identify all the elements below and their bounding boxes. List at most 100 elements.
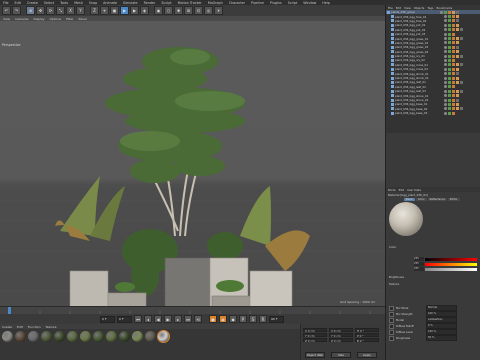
menu-item-animate[interactable]: Animate bbox=[103, 1, 117, 5]
prop-checkbox[interactable] bbox=[389, 317, 394, 323]
object-menu-bookmarks[interactable]: Bookmarks bbox=[437, 6, 453, 10]
viewport-menu-panel[interactable]: Panel bbox=[79, 17, 87, 21]
menu-item-mograph[interactable]: MoGraph bbox=[208, 1, 223, 5]
render-check-icon[interactable] bbox=[448, 28, 451, 32]
prev-key-button[interactable]: ◂ bbox=[144, 315, 152, 323]
material-swatch[interactable] bbox=[132, 331, 143, 342]
visibility-dot-icon[interactable] bbox=[444, 98, 447, 102]
material-swatch[interactable] bbox=[67, 331, 78, 342]
color-b-slider[interactable] bbox=[425, 267, 477, 271]
render-check-icon[interactable] bbox=[448, 50, 451, 54]
viewport-menu-cameras[interactable]: Cameras bbox=[15, 17, 28, 21]
render-check-icon[interactable] bbox=[448, 19, 451, 23]
texture-tag-icon[interactable] bbox=[456, 76, 459, 80]
visibility-dot-icon[interactable] bbox=[444, 89, 447, 93]
play-back-button[interactable]: ◀ bbox=[154, 315, 162, 323]
visibility-dot-icon[interactable] bbox=[444, 63, 447, 67]
viewport-camera-label[interactable]: Perspective bbox=[2, 43, 20, 47]
visibility-dot-icon[interactable] bbox=[444, 41, 447, 45]
menu-item-sculpt[interactable]: Sculpt bbox=[161, 1, 171, 5]
viewport-menu-display[interactable]: Display bbox=[33, 17, 44, 21]
texture-tag-icon[interactable] bbox=[456, 23, 459, 27]
material-tag-icon[interactable] bbox=[452, 19, 455, 23]
prop-checkbox[interactable] bbox=[389, 335, 394, 341]
prop-checkbox[interactable] bbox=[389, 311, 394, 317]
texture-tag-icon[interactable] bbox=[456, 67, 459, 71]
toolbar-button-4[interactable]: ⟳ bbox=[46, 6, 55, 15]
material-menu-texture[interactable]: Texture bbox=[46, 325, 57, 329]
toolbar-button-1[interactable]: ↷ bbox=[12, 6, 21, 15]
material-tag-icon[interactable] bbox=[452, 72, 455, 76]
phong-tag-icon[interactable] bbox=[456, 19, 459, 23]
menu-item-character[interactable]: Character bbox=[229, 1, 245, 5]
phong-tag-icon[interactable] bbox=[460, 107, 463, 111]
attribute-menu-mode[interactable]: Mode bbox=[388, 188, 396, 192]
prop-value[interactable]: 50 % bbox=[426, 335, 457, 341]
material-tag-icon[interactable] bbox=[452, 111, 455, 115]
object-menu-tags[interactable]: Tags bbox=[427, 6, 433, 10]
material-tag-icon[interactable] bbox=[452, 80, 455, 84]
visibility-dot-icon[interactable] bbox=[444, 111, 447, 115]
tab-reflectance[interactable]: Reflectance bbox=[427, 198, 447, 201]
loop-button[interactable]: ⟲ bbox=[194, 315, 202, 323]
viewport-3d[interactable]: Perspective bbox=[0, 21, 385, 306]
material-tag-icon[interactable] bbox=[452, 67, 455, 71]
phong-tag-icon[interactable] bbox=[460, 28, 463, 32]
visibility-dot-icon[interactable] bbox=[444, 32, 447, 36]
phong-tag-icon[interactable] bbox=[456, 45, 459, 49]
material-tag-icon[interactable] bbox=[452, 63, 455, 67]
toolbar-button-17[interactable]: ⊞ bbox=[184, 6, 193, 15]
visibility-dot-icon[interactable] bbox=[444, 28, 447, 32]
color-b-value[interactable]: 255 bbox=[414, 267, 424, 271]
material-swatch[interactable] bbox=[28, 331, 39, 342]
prop-checkbox[interactable] bbox=[389, 305, 394, 311]
menu-item-script[interactable]: Script bbox=[288, 1, 298, 5]
render-check-icon[interactable] bbox=[448, 41, 451, 45]
material-tag-icon[interactable] bbox=[452, 89, 455, 93]
material-swatch[interactable] bbox=[106, 331, 117, 342]
render-check-icon[interactable] bbox=[444, 10, 447, 14]
color-g-value[interactable]: 255 bbox=[414, 262, 424, 266]
visibility-dot-icon[interactable] bbox=[444, 19, 447, 23]
toolbar-button-16[interactable]: ❀ bbox=[174, 6, 183, 15]
toolbar-button-12[interactable]: ▶ bbox=[130, 6, 139, 15]
menu-item-tools[interactable]: Tools bbox=[60, 1, 68, 5]
visibility-dot-icon[interactable] bbox=[444, 37, 447, 41]
end-frame-field[interactable]: 90 F bbox=[269, 315, 284, 323]
material-menu-create[interactable]: Create bbox=[2, 325, 12, 329]
phong-tag-icon[interactable] bbox=[460, 80, 463, 84]
menu-item-motion-tracker[interactable]: Motion Tracker bbox=[178, 1, 202, 5]
toolbar-button-2[interactable]: ⊕ bbox=[26, 6, 35, 15]
toolbar-button-5[interactable]: ⤡ bbox=[56, 6, 65, 15]
render-check-icon[interactable] bbox=[448, 32, 451, 36]
render-check-icon[interactable] bbox=[448, 67, 451, 71]
material-swatch[interactable] bbox=[80, 331, 91, 342]
visibility-dot-icon[interactable] bbox=[444, 102, 447, 106]
visibility-dot-icon[interactable] bbox=[444, 85, 447, 89]
material-swatch[interactable] bbox=[93, 331, 104, 342]
toolbar-button-13[interactable]: ◈ bbox=[140, 6, 149, 15]
menu-item-window[interactable]: Window bbox=[303, 1, 316, 5]
pos-y-field[interactable]: Y 0 cm bbox=[303, 333, 327, 338]
viewport-menu-filter[interactable]: Filter bbox=[66, 17, 73, 21]
toolbar-button-18[interactable]: ⌬ bbox=[194, 6, 203, 15]
phong-tag-icon[interactable] bbox=[456, 10, 459, 14]
menu-item-simulate[interactable]: Simulate bbox=[123, 1, 138, 5]
scale-key-button[interactable]: S bbox=[249, 315, 257, 323]
material-tag-icon[interactable] bbox=[452, 50, 455, 54]
object-menu-edit[interactable]: Edit bbox=[396, 6, 401, 10]
material-tag-icon[interactable] bbox=[452, 41, 455, 45]
toolbar-button-7[interactable]: Y bbox=[76, 6, 85, 15]
visibility-dot-icon[interactable] bbox=[444, 67, 447, 71]
material-tag-icon[interactable] bbox=[452, 23, 455, 27]
render-check-icon[interactable] bbox=[448, 58, 451, 62]
toolbar-button-8[interactable]: Z bbox=[90, 6, 99, 15]
autokey-button[interactable]: ◉ bbox=[219, 315, 227, 323]
visibility-dot-icon[interactable] bbox=[444, 94, 447, 98]
menu-item-select[interactable]: Select bbox=[44, 1, 54, 5]
material-tag-icon[interactable] bbox=[452, 54, 455, 58]
toolbar-button-14[interactable]: ◉ bbox=[154, 6, 163, 15]
material-tag-icon[interactable] bbox=[452, 45, 455, 49]
texture-tag-icon[interactable] bbox=[456, 37, 459, 41]
visibility-dot-icon[interactable] bbox=[444, 50, 447, 54]
